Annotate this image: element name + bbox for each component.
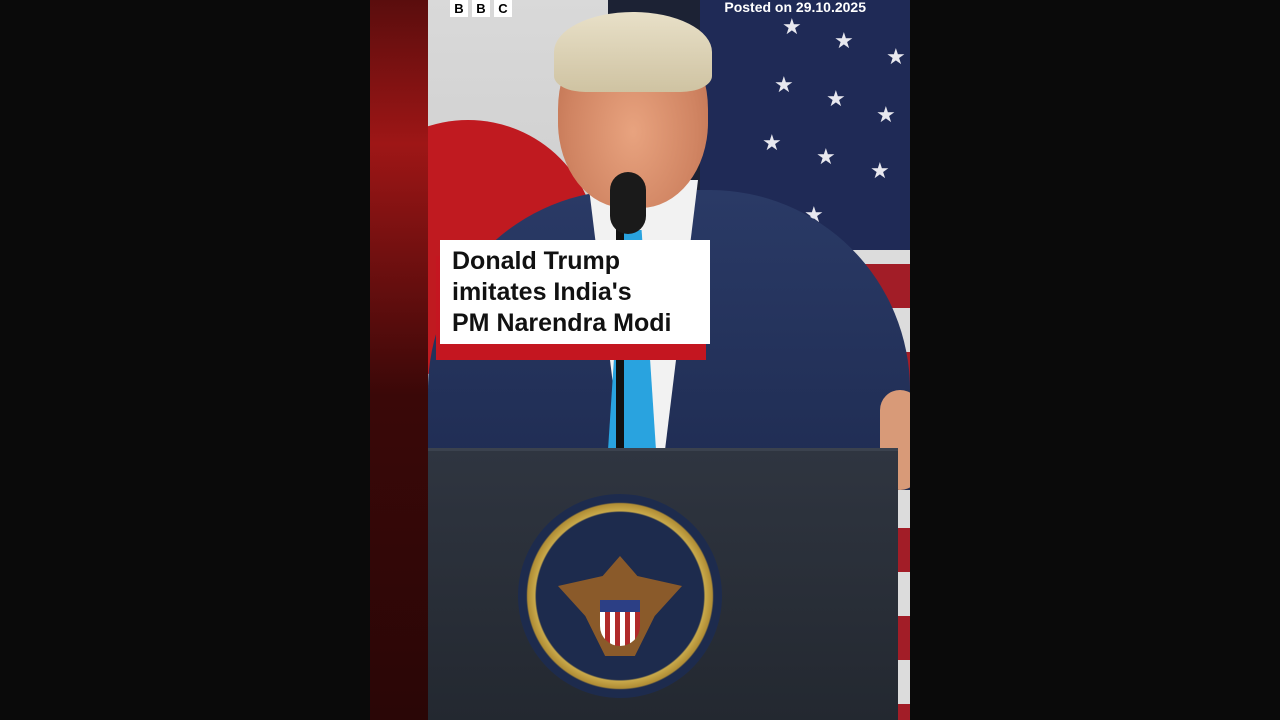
caption-line: imitates India's — [452, 278, 632, 306]
bbc-logo: B B C — [450, 0, 512, 17]
caption-line: Donald Trump — [452, 247, 621, 275]
flag-star: ★ — [816, 144, 836, 169]
video-frame[interactable]: ★ ★ ★ ★ ★ ★ ★ ★ ★ ★ B B C Posted on 29.1… — [370, 0, 910, 720]
flag-star: ★ — [876, 102, 896, 127]
bbc-logo-letter: B — [450, 0, 468, 17]
caption-box: Donald Trump imitates India's PM Narendr… — [440, 240, 710, 344]
background-red-panel — [370, 0, 428, 720]
flag-star: ★ — [834, 28, 854, 53]
flag-star: ★ — [870, 158, 890, 183]
bbc-logo-letter: B — [472, 0, 490, 17]
microphone-icon — [610, 172, 646, 234]
flag-star: ★ — [782, 14, 802, 39]
bbc-logo-letter: C — [494, 0, 512, 17]
seal-shield-chief — [600, 600, 640, 612]
flag-star: ★ — [762, 130, 782, 155]
caption: Donald Trump imitates India's PM Narendr… — [436, 240, 710, 360]
flag-star: ★ — [774, 72, 794, 97]
caption-line: PM Narendra Modi — [452, 309, 672, 337]
flag-star: ★ — [886, 44, 906, 69]
video-stage: ★ ★ ★ ★ ★ ★ ★ ★ ★ ★ B B C Posted on 29.1… — [0, 0, 1280, 720]
flag-star: ★ — [826, 86, 846, 111]
posted-date: Posted on 29.10.2025 — [724, 0, 866, 15]
speaker-hair — [554, 12, 712, 92]
